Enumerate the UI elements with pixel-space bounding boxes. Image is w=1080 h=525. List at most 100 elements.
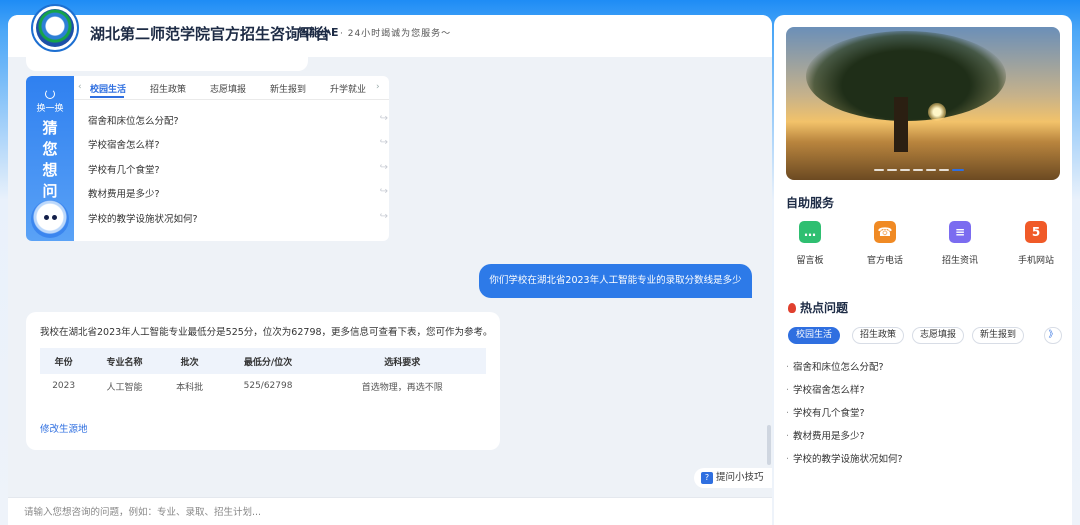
carousel-dot[interactable] [926, 169, 936, 171]
assistant-brand: 智能小E [298, 26, 339, 39]
guess-title-char: 猜 [42, 119, 58, 137]
carousel-dot-active[interactable] [952, 169, 964, 171]
question-input[interactable] [8, 498, 772, 525]
fire-icon [788, 303, 796, 313]
carousel-dots [874, 169, 967, 173]
send-arrow-icon[interactable]: ↪ [380, 186, 388, 197]
message-board-icon[interactable]: … [799, 221, 821, 243]
carousel-dot[interactable] [887, 169, 897, 171]
hot-question[interactable]: 学校的教学设施状况如何? [786, 451, 903, 465]
table-cell: 2023 [52, 381, 76, 391]
tab-admission-policy[interactable]: 招生政策 [150, 82, 186, 95]
tab-campus-life[interactable]: 校园生活 [90, 82, 126, 95]
hot-question[interactable]: 宿舍和床位怎么分配? [786, 359, 884, 373]
send-arrow-icon[interactable]: ↪ [380, 113, 388, 124]
guess-question[interactable]: 学校有几个食堂? ↪ [88, 162, 388, 176]
sun-glow [928, 103, 946, 121]
tab-employment[interactable]: 升学就业 [330, 82, 366, 95]
table-header-row: 年份 专业名称 批次 最低分/位次 选科要求 [40, 348, 486, 374]
refresh-icon[interactable] [45, 89, 55, 99]
chat-panel: 湖北第二师范学院官方招生咨询平台 智能小E · 24小时竭诚为您服务～ 换一换 … [8, 15, 772, 525]
guess-question-text[interactable]: 学校宿舍怎么样? [88, 140, 160, 151]
tab-application[interactable]: 志愿填报 [210, 82, 246, 95]
table-header: 年份 [40, 348, 88, 374]
guess-sidebar: 换一换 猜 您 想 问 [26, 76, 74, 241]
robot-eye [52, 215, 57, 220]
tips-label[interactable]: 提问小技巧 [716, 472, 764, 483]
guess-tabs: ‹ 校园生活 招生政策 志愿填报 新生报到 升学就业 › [74, 76, 389, 100]
guess-title: 猜 您 想 问 [26, 118, 74, 202]
score-table: 年份 专业名称 批次 最低分/位次 选科要求 2023 人工智能 本科批 525… [40, 348, 486, 398]
service-label[interactable]: 留言板 [780, 253, 840, 266]
hot-question[interactable]: 学校宿舍怎么样? [786, 382, 865, 396]
hot-tabs-more-button[interactable]: 》 [1044, 327, 1062, 344]
carousel-dot[interactable] [913, 169, 923, 171]
guess-title-char: 问 [42, 182, 58, 200]
send-arrow-icon[interactable]: ↪ [380, 162, 388, 173]
previous-message-bubble [26, 57, 308, 71]
self-service-title: 自助服务 [786, 196, 835, 210]
hot-questions-title: 热点问题 [800, 301, 849, 315]
robot-eye [44, 215, 49, 220]
header: 湖北第二师范学院官方招生咨询平台 智能小E · 24小时竭诚为您服务～ [8, 15, 772, 57]
service-label[interactable]: 招生资讯 [930, 253, 990, 266]
hot-tab-admission-policy[interactable]: 招生政策 [852, 327, 905, 344]
hot-tab-campus-life[interactable]: 校园生活 [788, 327, 841, 344]
table-header: 专业名称 [87, 348, 162, 374]
school-logo [31, 4, 79, 52]
table-cell: 本科批 [176, 382, 204, 393]
table-row: 2023 人工智能 本科批 525/62798 首选物理，再选不限 [40, 374, 486, 398]
service-slogan: · 24小时竭诚为您服务～ [340, 29, 452, 39]
modify-origin-link[interactable]: 修改生源地 [40, 421, 88, 435]
service-label[interactable]: 官方电话 [855, 253, 915, 266]
guess-title-char: 想 [42, 161, 58, 179]
table-cell: 人工智能 [106, 382, 143, 393]
answer-text: 我校在湖北省2023年人工智能专业最低分是525分，位次为62798，更多信息可… [40, 327, 493, 338]
service-news[interactable]: ≡ 招生资讯 [930, 221, 990, 266]
hot-question[interactable]: 教材费用是多少? [786, 428, 865, 442]
refresh-button[interactable]: 换一换 [26, 101, 74, 114]
campus-banner-image[interactable] [786, 27, 1060, 180]
hot-question[interactable]: 学校有几个食堂? [786, 405, 865, 419]
send-arrow-icon[interactable]: ↪ [380, 137, 388, 148]
answer-card: 我校在湖北省2023年人工智能专业最低分是525分，位次为62798，更多信息可… [26, 312, 500, 450]
carousel-dot[interactable] [874, 169, 884, 171]
guess-question-text[interactable]: 教材费用是多少? [88, 189, 160, 200]
robot-mascot-icon [31, 200, 69, 238]
news-icon[interactable]: ≡ [949, 221, 971, 243]
service-message-board[interactable]: … 留言板 [780, 221, 840, 266]
service-mobile-site[interactable]: 5 手机网站 [1006, 221, 1066, 266]
table-header: 最低分/位次 [217, 348, 319, 374]
table-cell: 首选物理，再选不限 [361, 382, 443, 393]
chevron-left-icon[interactable]: ‹ [78, 82, 82, 92]
active-tab-indicator [90, 96, 124, 98]
carousel-dot[interactable] [939, 169, 949, 171]
tab-registration[interactable]: 新生报到 [270, 82, 306, 95]
service-phone[interactable]: ☎ 官方电话 [855, 221, 915, 266]
hot-tab-registration[interactable]: 新生报到 [972, 327, 1025, 344]
guess-question[interactable]: 学校的教学设施状况如何? ↪ [88, 211, 388, 225]
table-header: 选科要求 [318, 348, 486, 374]
question-icon: ? [701, 472, 713, 484]
send-arrow-icon[interactable]: ↪ [380, 211, 388, 222]
chevron-right-icon[interactable]: › [376, 82, 380, 92]
chat-scrollbar[interactable] [767, 425, 771, 465]
phone-icon[interactable]: ☎ [874, 221, 896, 243]
right-sidebar: 自助服务 … 留言板 ☎ 官方电话 ≡ 招生资讯 5 手机网站 热点问题 校园生… [774, 15, 1072, 525]
table-header: 批次 [161, 348, 218, 374]
tree-trunk [894, 97, 908, 152]
guess-question[interactable]: 宿舍和床位怎么分配? ↪ [88, 113, 388, 127]
guess-question-text[interactable]: 学校有几个食堂? [88, 165, 160, 176]
service-label[interactable]: 手机网站 [1006, 253, 1066, 266]
hot-tab-application[interactable]: 志愿填报 [912, 327, 965, 344]
guess-question[interactable]: 教材费用是多少? ↪ [88, 186, 388, 200]
school-logo-emblem [36, 9, 74, 47]
guess-question-text[interactable]: 学校的教学设施状况如何? [88, 214, 198, 225]
page-title: 湖北第二师范学院官方招生咨询平台 [90, 25, 331, 43]
question-tips-button[interactable]: ? 提问小技巧 [694, 468, 772, 488]
guess-question[interactable]: 学校宿舍怎么样? ↪ [88, 137, 388, 151]
html5-icon[interactable]: 5 [1025, 221, 1047, 243]
carousel-dot[interactable] [900, 169, 910, 171]
guess-questions-card: 换一换 猜 您 想 问 ‹ 校园生活 招生政策 志愿填报 新生报到 升学就业 ›… [26, 76, 389, 241]
guess-question-text[interactable]: 宿舍和床位怎么分配? [88, 116, 179, 127]
